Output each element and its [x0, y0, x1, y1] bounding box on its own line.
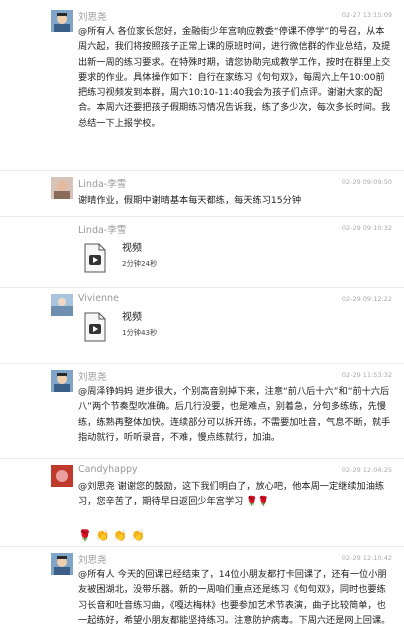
- message-item: 刘思尧 02-29 11:53:32 @周泽铮妈妈 进步很大，个别高音别掉下来，…: [0, 363, 404, 458]
- video-attachment[interactable]: 视频 2分钟24秒: [84, 239, 264, 281]
- file-name: 视频: [122, 312, 142, 323]
- sender-name: Candyhappy: [78, 464, 138, 475]
- file-duration: 2分钟24秒: [122, 259, 158, 268]
- sender-name: Linda-李雪: [78, 225, 127, 236]
- message-text: @所有人 今天的回课已经结束了，14位小朋友都打卡回课了，还有一位小朋友被困湖北…: [78, 569, 391, 626]
- message-text: 谢晴作业，假期中谢晴基本每天都练，每天练习15分钟: [78, 195, 302, 206]
- avatar[interactable]: [51, 370, 73, 392]
- message-text: @刘思尧 谢谢您的鼓励，这下我们明白了，放心吧，他本周一定继续加油练习，您辛苦了…: [78, 479, 392, 510]
- sender-name: 刘思尧: [78, 12, 107, 23]
- message-item: Candyhappy 02-29 12:04:25 @刘思尧 谢谢您的鼓励，这下…: [0, 458, 404, 546]
- message-text-body: @刘思尧 谢谢您的鼓励，这下我们明白了，放心吧，他本周一定继续加油练习，您辛苦了…: [78, 481, 385, 508]
- video-file-icon: [84, 243, 106, 273]
- avatar[interactable]: [51, 294, 73, 316]
- message-time: 02-29 12:04:25: [341, 466, 392, 474]
- video-attachment[interactable]: 视频 1分钟43秒: [84, 308, 264, 350]
- message-item: 刘思尧 02-27 13:15:09 @所有人 各位家长您好，金融街少年宫响应教…: [0, 0, 404, 170]
- video-file-icon: [84, 312, 106, 342]
- avatar[interactable]: [51, 465, 73, 487]
- message-time: 02-29 11:53:32: [341, 371, 392, 379]
- sender-name: 刘思尧: [78, 372, 107, 383]
- rose-emoji: 🌹🌹: [246, 496, 270, 508]
- avatar[interactable]: [51, 10, 73, 32]
- message-item: 刘思尧 02-29 12:10:42 @所有人 今天的回课已经结束了，14位小朋…: [0, 546, 404, 639]
- message-item: Linda-李雪 02-29 09:10:32 视频 2分钟24秒: [0, 216, 404, 287]
- message-time: 02-27 13:15:09: [341, 11, 392, 19]
- message-time: 02-29 09:12:22: [341, 295, 392, 303]
- message-time: 02-29 09:09:50: [341, 178, 392, 186]
- sender-name: Linda-李雪: [78, 179, 127, 190]
- avatar[interactable]: [51, 553, 73, 575]
- message-text: @所有人 各位家长您好，金融街少年宫响应教委“停课不停学”的号召，从本周六起，我…: [78, 26, 391, 129]
- avatar[interactable]: [51, 177, 73, 199]
- message-time: 02-29 12:10:42: [341, 554, 392, 562]
- file-name: 视频: [122, 243, 142, 254]
- message-time: 02-29 09:10:32: [341, 224, 392, 232]
- file-duration: 1分钟43秒: [122, 328, 158, 337]
- emoji-row: 🌹👏👏👏: [78, 529, 149, 542]
- sender-name: 刘思尧: [78, 555, 107, 566]
- sender-name: Vivienne: [78, 293, 119, 304]
- message-item: Linda-李雪 02-29 09:09:50 谢晴作业，假期中谢晴基本每天都练…: [0, 170, 404, 216]
- message-item: Vivienne 02-29 09:12:22 视频 1分钟43秒: [0, 287, 404, 363]
- message-text: @周泽铮妈妈 进步很大，个别高音别掉下来，注意“前八后十六”和“前十六后八”两个…: [78, 386, 391, 443]
